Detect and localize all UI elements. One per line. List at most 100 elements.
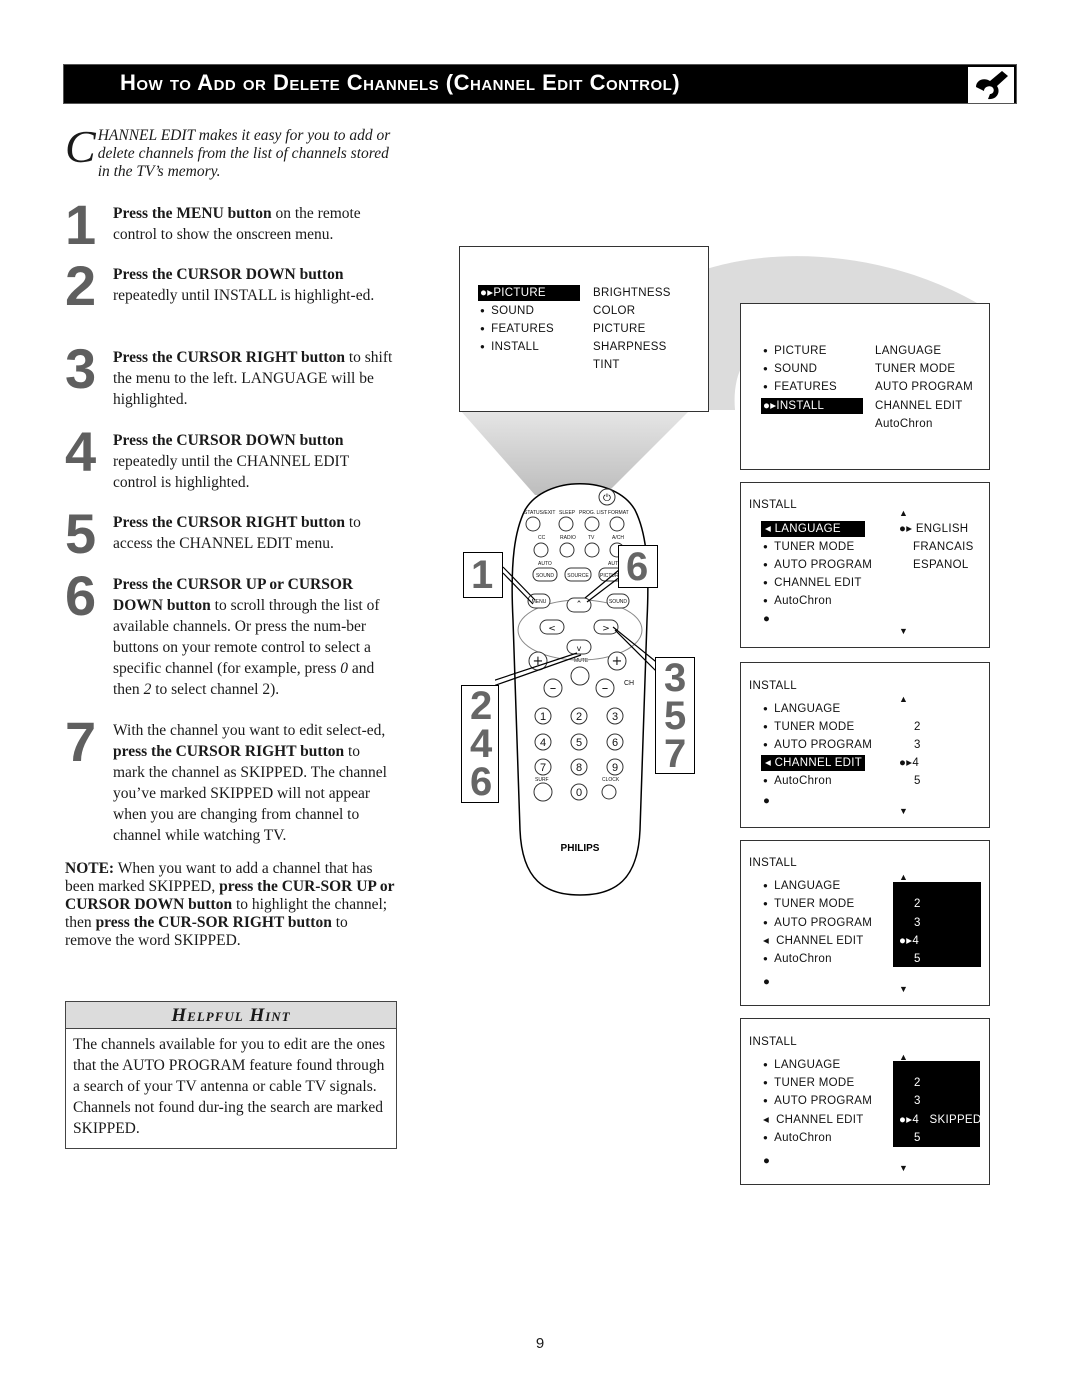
- menu-item-picture: ●▸PICTURE: [478, 285, 580, 301]
- label-format: FORMAT: [608, 510, 629, 516]
- status-exit-button[interactable]: [525, 516, 541, 532]
- menu-item: SOUND: [763, 361, 817, 377]
- step-bold: Press the MENU button: [113, 205, 272, 222]
- prog-list-button[interactable]: [584, 516, 600, 532]
- down-arrow-icon: v: [577, 644, 582, 653]
- tv-button[interactable]: [584, 542, 600, 558]
- hint-title: Helpful Hint: [66, 1002, 396, 1029]
- channel-number: 5: [914, 1132, 921, 1144]
- radio-button[interactable]: [559, 542, 575, 558]
- menu-item: LANGUAGE: [763, 1057, 840, 1073]
- scroll-indicator-icon: ●: [763, 976, 771, 988]
- remote-control: ⏻ STATUS/EXIT SLEEP PROG. LIST FORMAT CC…: [495, 483, 661, 896]
- scroll-down-icon: ▼: [899, 806, 909, 816]
- step-4: 4 Press the CURSOR DOWN button repeatedl…: [65, 424, 395, 493]
- intro-paragraph: C HANNEL EDIT makes it easy for you to ad…: [65, 124, 395, 181]
- digit-label: 6: [612, 737, 618, 749]
- submenu-item: BRIGHTNESS: [593, 287, 671, 299]
- menu-item: AUTO PROGRAM: [763, 915, 872, 931]
- step-bold: Press the CURSOR DOWN button: [113, 266, 344, 283]
- scroll-down-icon: ▼: [899, 1163, 909, 1173]
- label-ach: A/CH: [612, 535, 624, 541]
- label-status-exit: STATUS/EXIT: [524, 510, 555, 516]
- menu-item: TUNER MODE: [763, 1075, 854, 1091]
- label-tv: TV: [588, 535, 595, 541]
- helpful-hint-box: Helpful Hint The channels available for …: [65, 1001, 397, 1149]
- note-bold: press the CUR-SOR RIGHT button: [95, 914, 332, 931]
- digit-label: 3: [612, 711, 618, 723]
- menu-item: AutoChron: [763, 773, 832, 789]
- skipped-label: SKIPPED: [929, 1114, 982, 1126]
- scroll-indicator-icon: ●: [763, 795, 771, 807]
- menu-item: AUTO PROGRAM: [763, 557, 872, 573]
- sleep-button[interactable]: [558, 516, 574, 532]
- step-bold: Press the CURSOR DOWN button: [113, 432, 344, 449]
- channel-number: 3: [914, 917, 921, 929]
- menu-item-features: FEATURES: [480, 321, 554, 337]
- digit-label: 7: [540, 762, 546, 774]
- step-number: 7: [65, 710, 97, 773]
- osd-main-menu: ●▸PICTURE SOUND FEATURES INSTALL BRIGHTN…: [459, 246, 709, 412]
- cc-button[interactable]: [533, 542, 549, 558]
- channel-number: 3: [914, 1095, 921, 1107]
- step-italic: 0: [340, 660, 348, 677]
- menu-item: TUNER MODE: [763, 719, 854, 735]
- note-paragraph: NOTE: When you want to add a channel tha…: [65, 860, 395, 950]
- digit-label: 4: [540, 737, 546, 749]
- power-icon: ⏻: [603, 493, 611, 504]
- menu-item-sound: SOUND: [480, 303, 534, 319]
- submenu-item: TINT: [593, 359, 620, 371]
- option-selected: ●▸ ENGLISH: [899, 523, 969, 535]
- step-text: to select channel 2).: [151, 681, 280, 698]
- surf-button[interactable]: [533, 782, 553, 802]
- step-number: 4: [65, 420, 97, 483]
- osd-language: INSTALL ▲ ◂ LANGUAGE TUNER MODE AUTO PRO…: [740, 482, 990, 648]
- up-arrow-icon: ˆ: [576, 599, 582, 612]
- step-3: 3 Press the CURSOR RIGHT button to shift…: [65, 341, 395, 410]
- format-button[interactable]: [609, 516, 625, 532]
- clock-button[interactable]: [601, 784, 617, 800]
- submenu-item: SHARPNESS: [593, 341, 667, 353]
- page-title: How to Add or Delete Channels (Channel E…: [120, 70, 681, 95]
- callout-box-down: 2 4 6: [461, 685, 499, 803]
- digit-label: 8: [576, 762, 582, 774]
- callout-number: 2 4 6: [470, 684, 493, 804]
- minus-icon: –: [602, 681, 609, 696]
- label-ch: CH: [624, 680, 634, 687]
- menu-item-install: INSTALL: [480, 339, 539, 355]
- option: FRANCAIS: [913, 541, 974, 553]
- page-number: 9: [535, 1335, 545, 1352]
- callout-box-up: 6: [618, 545, 658, 588]
- step-number: 5: [65, 502, 97, 565]
- step-1: 1 Press the MENU button on the remote co…: [65, 197, 395, 253]
- menu-item: LANGUAGE: [763, 878, 840, 894]
- menu-item: ◂ CHANNEL EDIT: [763, 935, 864, 947]
- step-number: 2: [65, 254, 97, 317]
- mute-button[interactable]: [570, 666, 590, 686]
- scroll-indicator-icon: ●: [763, 613, 771, 625]
- menu-item-language-highlighted: ◂ LANGUAGE: [761, 521, 865, 537]
- label-cc: CC: [538, 535, 546, 541]
- label-surf: SURF: [535, 777, 549, 783]
- wrench-icon: [966, 67, 1014, 103]
- brand-logo: PHILIPS: [561, 843, 600, 854]
- submenu-item: LANGUAGE: [875, 345, 942, 357]
- osd-install-menu: PICTURE SOUND FEATURES ●▸INSTALL LANGUAG…: [740, 303, 990, 470]
- channel-number: 5: [914, 953, 921, 965]
- menu-item-channel-edit-highlighted: ◂ CHANNEL EDIT: [761, 755, 865, 771]
- label-source: SOURCE: [567, 573, 589, 579]
- osd-channel-list: INSTALL ▲ LANGUAGE TUNER MODE AUTO PROGR…: [740, 840, 990, 1006]
- step-text: repeatedly until the CHANNEL EDIT contro…: [113, 453, 349, 491]
- menu-item: AUTO PROGRAM: [763, 737, 872, 753]
- label-sound: SOUND: [536, 573, 554, 579]
- step-5: 5 Press the CURSOR RIGHT button to acces…: [65, 506, 395, 562]
- menu-item: AUTO PROGRAM: [763, 1093, 872, 1109]
- step-bold: press the CURSOR RIGHT button: [113, 743, 345, 760]
- scroll-down-icon: ▼: [899, 984, 909, 994]
- osd-channel-skipped: INSTALL ▲ LANGUAGE TUNER MODE AUTO PROGR…: [740, 1018, 990, 1185]
- submenu-item: COLOR: [593, 305, 636, 317]
- callout-box-menu: 1: [463, 552, 503, 598]
- hint-body: The channels available for you to edit a…: [73, 1036, 386, 1137]
- callout-box-right: 3 5 7: [655, 657, 695, 774]
- step-6: 6 Press the CURSOR UP or CURSOR DOWN but…: [65, 568, 395, 700]
